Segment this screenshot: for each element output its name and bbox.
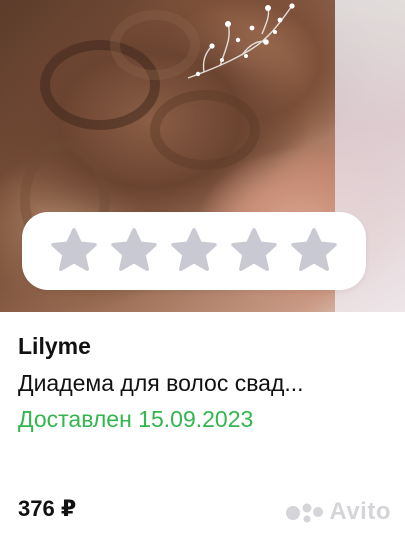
star-icon[interactable]: [168, 225, 220, 277]
product-title[interactable]: Диадема для волос свад...: [18, 368, 387, 398]
product-card[interactable]: Lilyme Диадема для волос свад... Доставл…: [0, 0, 405, 540]
rating-stars[interactable]: [22, 212, 366, 290]
product-photo[interactable]: [0, 0, 405, 312]
hair-curl: [150, 90, 260, 170]
seller-name[interactable]: Lilyme: [18, 332, 387, 360]
price: 376 ₽: [18, 496, 77, 521]
avito-watermark: Avito: [285, 498, 391, 526]
star-icon[interactable]: [108, 225, 160, 277]
avito-logo-icon: [286, 503, 324, 523]
watermark-text: Avito: [329, 498, 391, 525]
star-icon[interactable]: [228, 225, 280, 277]
product-info: Lilyme Диадема для волос свад... Доставл…: [18, 332, 387, 434]
delivery-status: Доставлен 15.09.2023: [18, 406, 254, 432]
hairpin-illustration: [187, 3, 295, 79]
star-icon[interactable]: [48, 225, 100, 277]
star-icon[interactable]: [288, 225, 340, 277]
